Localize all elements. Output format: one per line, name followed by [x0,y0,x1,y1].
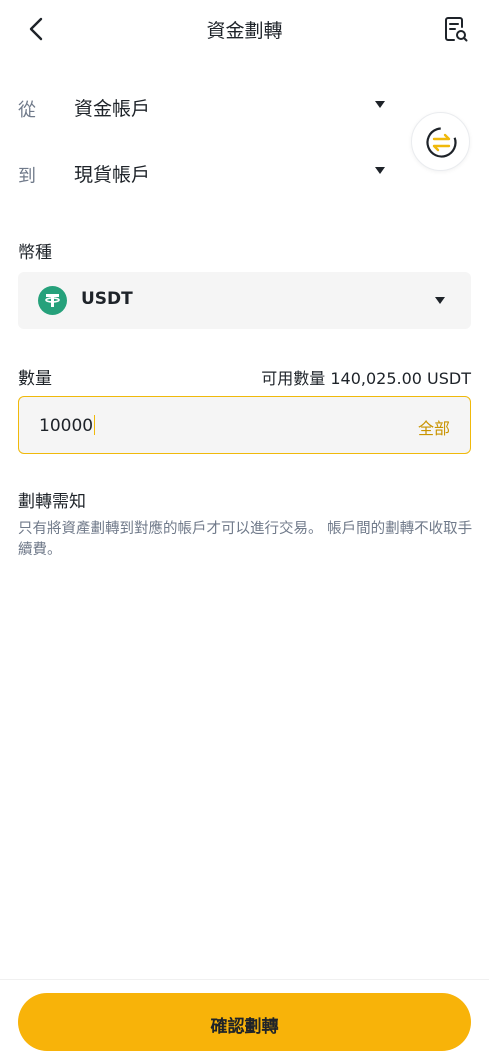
notice-title: 劃轉需知 [18,492,86,512]
max-amount-button[interactable]: 全部 [418,415,450,439]
to-account-value: 現貨帳戶 [74,164,151,186]
document-search-icon [445,17,468,42]
amount-label: 數量 [18,369,52,389]
caret-down-icon [375,167,385,174]
from-account-select[interactable]: 從 資金帳戶 [18,88,398,128]
header-bar: 資金劃轉 [0,0,489,58]
from-label: 從 [18,100,36,121]
coin-select[interactable]: USDT [18,272,471,329]
page-title: 資金劃轉 [206,20,283,42]
coin-label: 幣種 [18,243,52,263]
footer-divider [0,979,489,980]
text-cursor [94,415,96,435]
swap-arrows-icon [426,127,457,158]
caret-down-icon [435,297,445,304]
to-label: 到 [18,166,36,187]
confirm-transfer-button[interactable]: 確認劃轉 [18,993,471,1051]
tether-logo-icon [38,286,67,315]
transfer-history-button[interactable] [440,14,470,44]
caret-down-icon [375,101,385,108]
swap-accounts-button[interactable] [411,112,470,171]
amount-input[interactable]: 10000 全部 [18,396,471,454]
from-account-value: 資金帳戶 [74,98,151,120]
to-account-select[interactable]: 到 現貨帳戶 [18,154,398,194]
coin-name: USDT [81,289,133,309]
amount-value: 10000 [39,415,96,436]
confirm-button-label: 確認劃轉 [210,1017,279,1037]
available-amount: 可用數量 140,025.00 USDT [261,369,471,388]
notice-text: 只有將資產劃轉到對應的帳戶才可以進行交易。 帳戶間的劃轉不收取手續費。 [18,521,473,558]
